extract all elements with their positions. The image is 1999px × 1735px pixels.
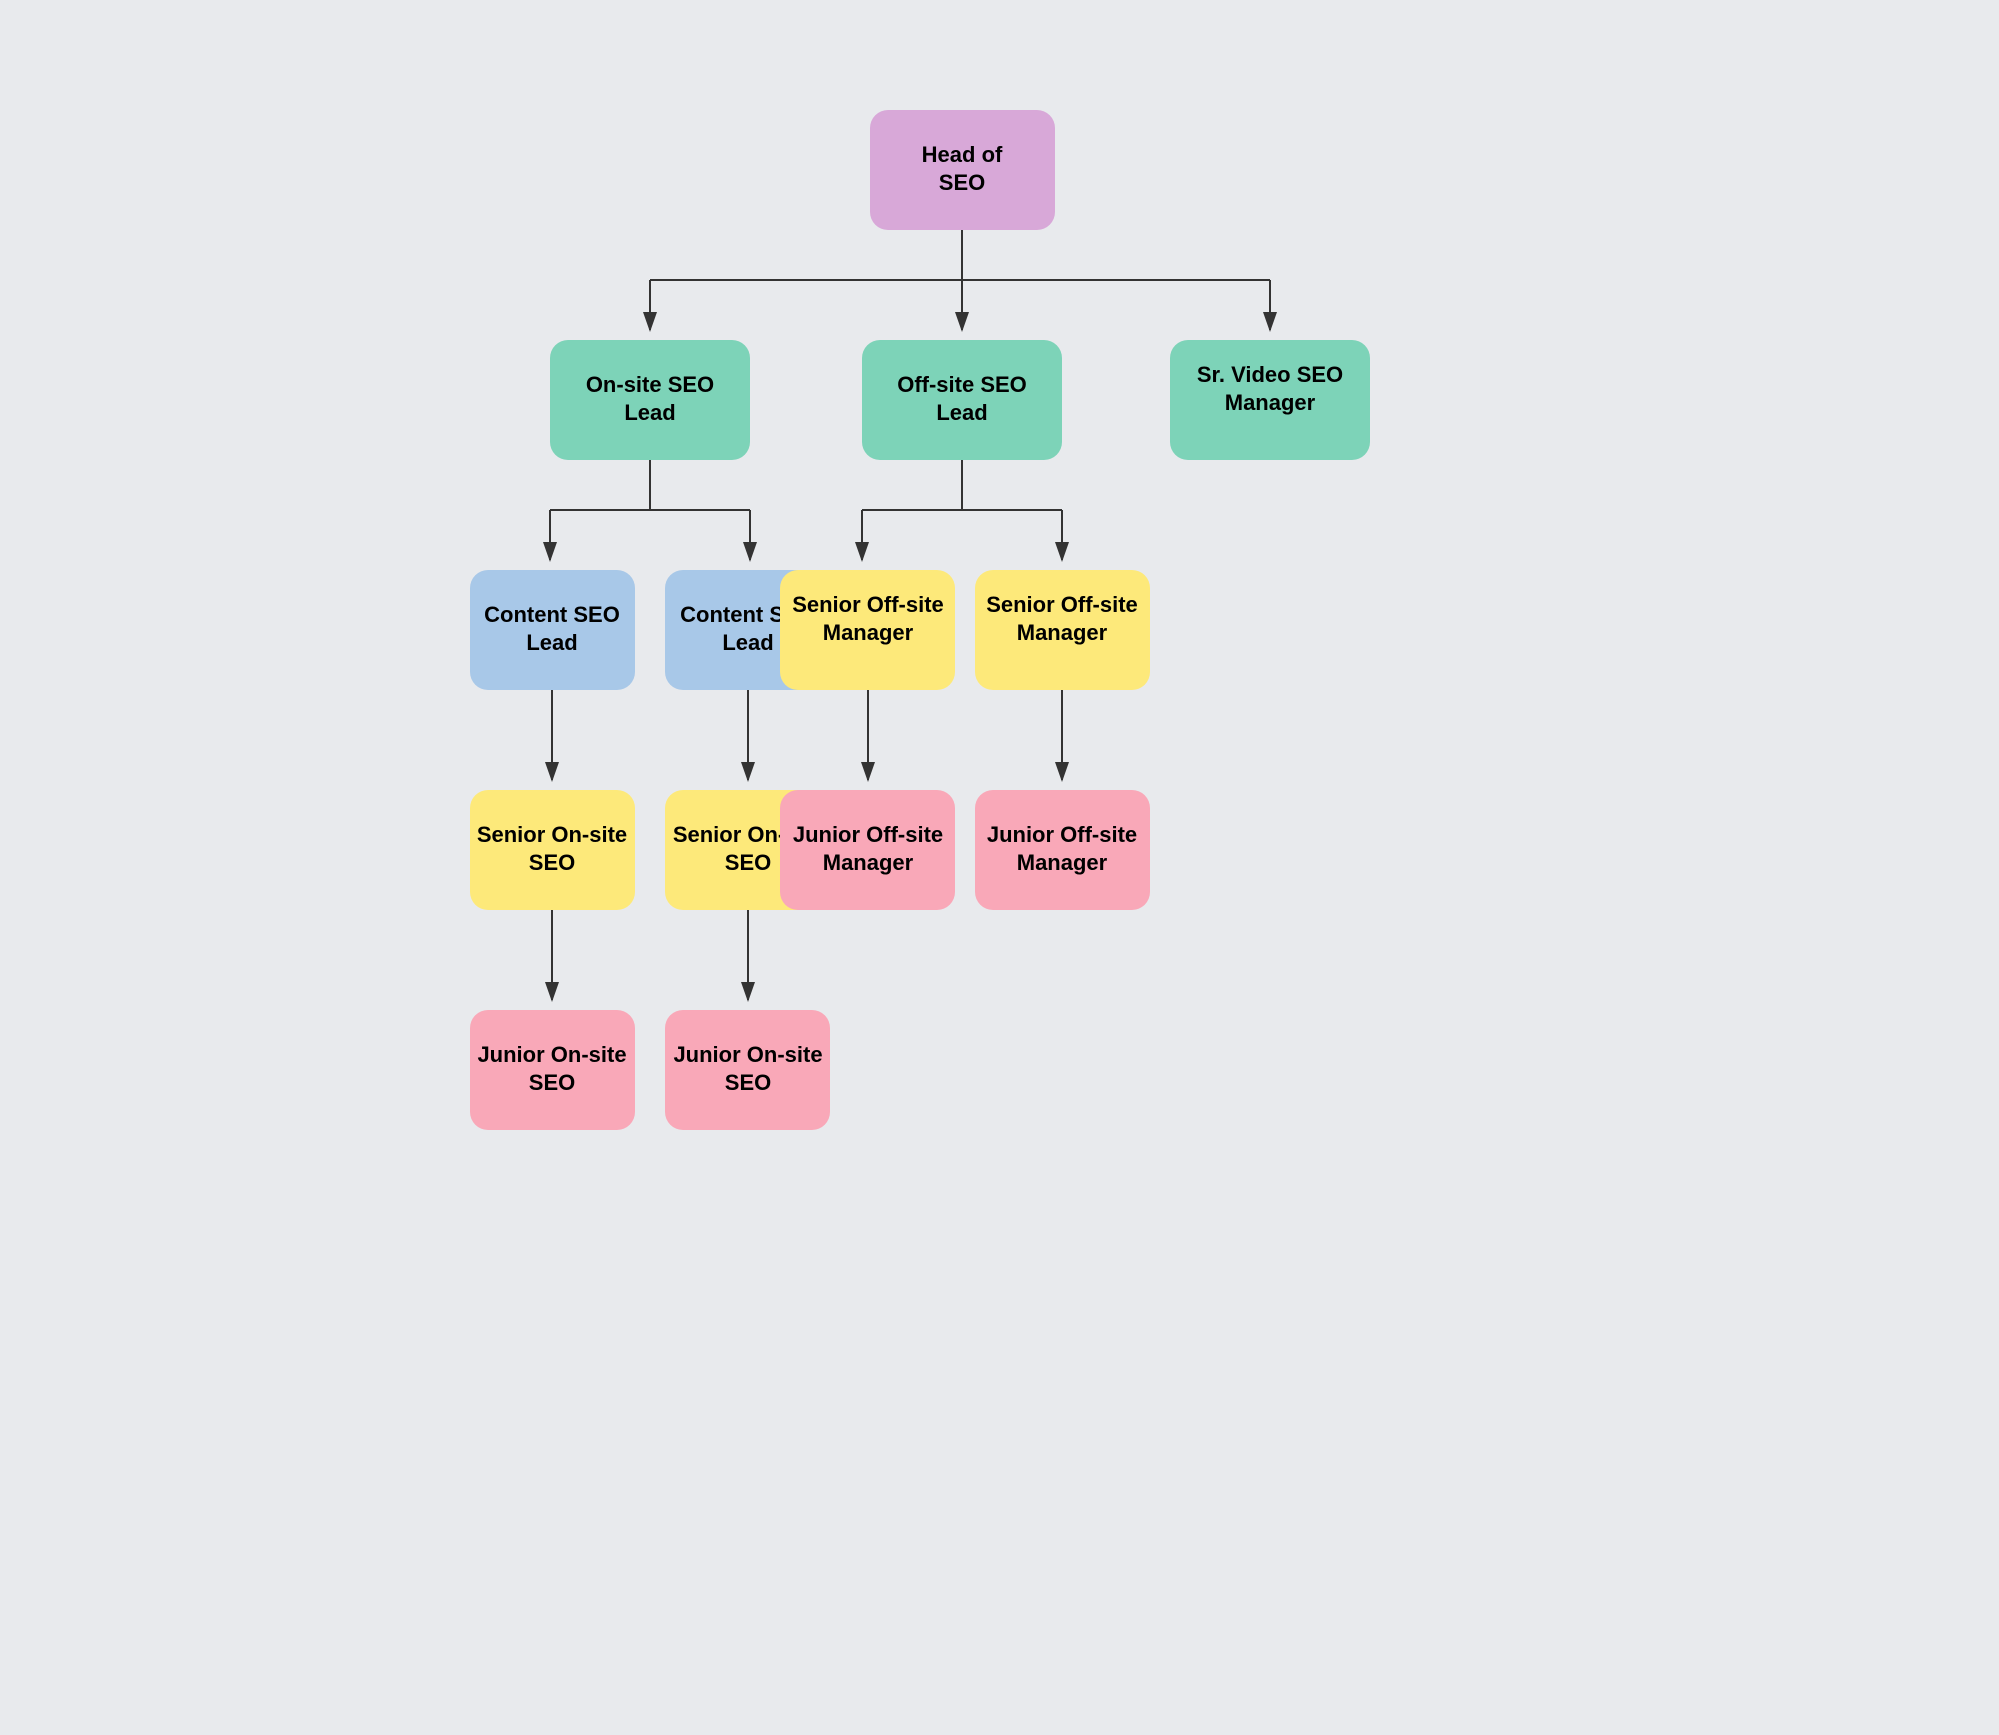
svg-text:Manager: Manager [1016, 620, 1107, 645]
svg-text:Senior Off-site: Senior Off-site [986, 592, 1138, 617]
svg-text:Manager: Manager [822, 850, 913, 875]
svg-text:SEO: SEO [724, 1070, 770, 1095]
svg-text:Off-site SEO: Off-site SEO [897, 372, 1027, 397]
svg-text:SEO: SEO [724, 850, 770, 875]
svg-text:Lead: Lead [624, 400, 675, 425]
svg-text:Junior Off-site: Junior Off-site [792, 822, 942, 847]
svg-text:SEO: SEO [528, 850, 574, 875]
svg-text:Senior Off-site: Senior Off-site [792, 592, 944, 617]
svg-text:Sr. Video SEO: Sr. Video SEO [1196, 362, 1342, 387]
svg-text:Lead: Lead [722, 630, 773, 655]
svg-text:Junior On-site: Junior On-site [477, 1042, 626, 1067]
svg-text:Manager: Manager [1016, 850, 1107, 875]
svg-text:Manager: Manager [1224, 390, 1315, 415]
svg-text:Lead: Lead [526, 630, 577, 655]
svg-text:On-site SEO: On-site SEO [585, 372, 713, 397]
svg-text:SEO: SEO [938, 170, 984, 195]
svg-text:Senior On-site: Senior On-site [476, 822, 626, 847]
svg-text:Lead: Lead [936, 400, 987, 425]
svg-text:Manager: Manager [822, 620, 913, 645]
svg-text:SEO: SEO [528, 1070, 574, 1095]
svg-text:Junior Off-site: Junior Off-site [986, 822, 1136, 847]
svg-text:Head of: Head of [921, 142, 1002, 167]
svg-text:Content SEO: Content SEO [484, 602, 620, 627]
org-chart: Head of SEO On-site SEO Lead Off-site SE… [400, 60, 1600, 1660]
svg-text:Junior On-site: Junior On-site [673, 1042, 822, 1067]
chart-svg: Head of SEO On-site SEO Lead Off-site SE… [450, 60, 1550, 1660]
